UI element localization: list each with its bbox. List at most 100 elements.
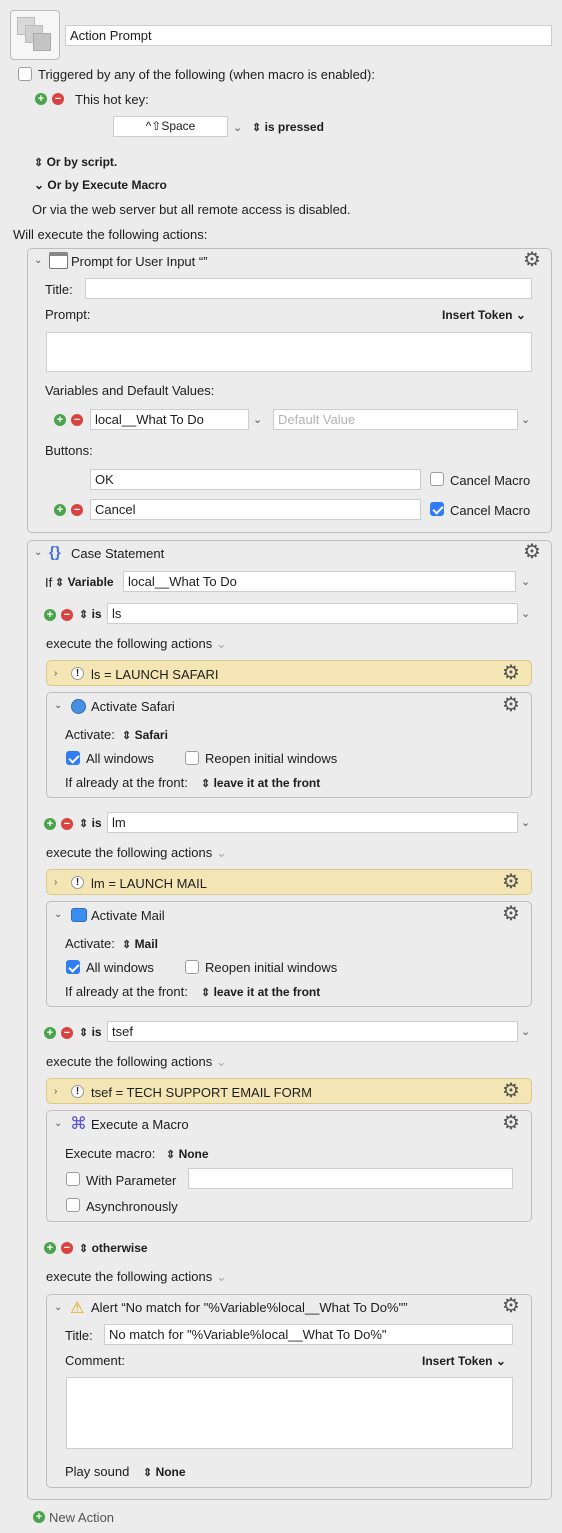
- execute-label[interactable]: execute the following actions ⌄: [46, 636, 227, 652]
- with-parameter-checkbox[interactable]: [66, 1172, 80, 1186]
- gear-icon[interactable]: ⚙: [502, 1113, 520, 1133]
- remove-trigger-icon[interactable]: −: [52, 93, 64, 105]
- cancel-macro-checkbox[interactable]: [430, 502, 444, 516]
- gear-icon[interactable]: ⚙: [502, 695, 520, 715]
- comment-text: ls = LAUNCH SAFARI: [91, 667, 219, 682]
- gear-icon[interactable]: ⚙: [502, 904, 520, 924]
- execute-macro-title[interactable]: Execute a Macro: [91, 1117, 189, 1132]
- all-windows-checkbox[interactable]: [66, 751, 80, 765]
- add-case-icon[interactable]: +: [44, 818, 56, 830]
- case-condition-select[interactable]: ⇕ is: [79, 1025, 102, 1039]
- add-variable-icon[interactable]: +: [54, 414, 66, 426]
- add-case-icon[interactable]: +: [44, 1242, 56, 1254]
- hotkey-field[interactable]: ^⇧Space: [113, 116, 228, 137]
- collapse-icon[interactable]: ⌄: [34, 547, 42, 558]
- comment-icon: !: [71, 876, 84, 889]
- gear-icon[interactable]: ⚙: [502, 872, 520, 892]
- execute-label[interactable]: execute the following actions ⌄: [46, 1269, 227, 1285]
- case-dropdown-icon[interactable]: ⌄: [521, 1025, 530, 1038]
- app-select[interactable]: ⇕ Mail: [122, 937, 158, 951]
- reopen-checkbox[interactable]: [185, 751, 199, 765]
- case-variable-field[interactable]: local__What To Do: [123, 571, 516, 592]
- add-case-icon[interactable]: +: [44, 609, 56, 621]
- add-case-icon[interactable]: +: [44, 1027, 56, 1039]
- activate-mail-title[interactable]: Activate Mail: [91, 908, 165, 923]
- gear-icon[interactable]: ⚙: [502, 1081, 520, 1101]
- new-action-button[interactable]: New Action: [49, 1510, 114, 1525]
- triggered-checkbox[interactable]: [18, 67, 32, 81]
- chevron-down-icon: ⌄: [515, 308, 526, 322]
- remove-case-icon[interactable]: −: [61, 609, 73, 621]
- otherwise-select[interactable]: ⇕ otherwise: [79, 1241, 148, 1255]
- alert-title-field[interactable]: No match for "%Variable%local__What To D…: [104, 1324, 513, 1345]
- remove-variable-icon[interactable]: −: [71, 414, 83, 426]
- macro-name-field[interactable]: Action Prompt: [65, 25, 552, 46]
- front-select[interactable]: ⇕ leave it at the front: [201, 776, 320, 790]
- activate-safari-title[interactable]: Activate Safari: [91, 699, 175, 714]
- comment-text-area[interactable]: [66, 1377, 513, 1449]
- async-checkbox[interactable]: [66, 1198, 80, 1212]
- all-windows-label: All windows: [86, 960, 154, 975]
- macro-select[interactable]: ⇕ None: [166, 1147, 209, 1161]
- case-dropdown-icon[interactable]: ⌄: [521, 816, 530, 829]
- button-cancel-field[interactable]: Cancel: [90, 499, 421, 520]
- prompt-title-field[interactable]: [85, 278, 532, 299]
- cancel-macro-label: Cancel Macro: [450, 503, 531, 518]
- expand-icon[interactable]: ›: [54, 668, 57, 679]
- variable-type-select[interactable]: ⇕ Variable: [55, 575, 114, 589]
- case-value-field[interactable]: ls: [107, 603, 518, 624]
- default-value-field[interactable]: Default Value: [273, 409, 518, 430]
- case-condition-select[interactable]: ⇕ is: [79, 607, 102, 621]
- collapse-icon[interactable]: ⌄: [54, 1302, 62, 1313]
- sound-select[interactable]: ⇕ None: [143, 1465, 186, 1479]
- insert-token-menu[interactable]: Insert Token ⌄: [442, 308, 526, 322]
- case-condition-select[interactable]: ⇕ is: [79, 816, 102, 830]
- alert-title[interactable]: Alert “No match for "%Variable%local__Wh…: [91, 1300, 408, 1315]
- cancel-macro-checkbox[interactable]: [430, 472, 444, 486]
- updown-icon: ⇕: [201, 778, 211, 790]
- collapse-icon[interactable]: ⌄: [54, 1118, 62, 1129]
- case-title[interactable]: Case Statement: [71, 546, 164, 561]
- new-action-icon[interactable]: +: [33, 1511, 45, 1523]
- or-script-select[interactable]: ⇕ Or by script.: [34, 155, 117, 169]
- variable-dropdown-icon[interactable]: ⌄: [253, 413, 262, 426]
- remove-case-icon[interactable]: −: [61, 818, 73, 830]
- case-value-field[interactable]: tsef: [107, 1021, 518, 1042]
- collapse-icon[interactable]: ⌄: [54, 700, 62, 711]
- chevron-down-icon: ⌄: [215, 636, 227, 651]
- collapse-icon[interactable]: ⌄: [34, 255, 42, 266]
- hotkey-state-select[interactable]: ⇕ is pressed: [252, 120, 324, 134]
- execute-label[interactable]: execute the following actions ⌄: [46, 1054, 227, 1070]
- all-windows-checkbox[interactable]: [66, 960, 80, 974]
- case-dropdown-icon[interactable]: ⌄: [521, 607, 530, 620]
- remove-case-icon[interactable]: −: [61, 1027, 73, 1039]
- execute-label[interactable]: execute the following actions ⌄: [46, 845, 227, 861]
- prompt-text-area[interactable]: [46, 332, 532, 372]
- default-dropdown-icon[interactable]: ⌄: [521, 413, 530, 426]
- variable-dropdown-icon[interactable]: ⌄: [521, 575, 530, 588]
- add-trigger-icon[interactable]: +: [35, 93, 47, 105]
- reopen-checkbox[interactable]: [185, 960, 199, 974]
- hotkey-dropdown-icon[interactable]: ⌄: [233, 121, 242, 134]
- gear-icon[interactable]: ⚙: [502, 663, 520, 683]
- variable-name-field[interactable]: local__What To Do: [90, 409, 249, 430]
- gear-icon[interactable]: ⚙: [523, 250, 541, 270]
- add-button-icon[interactable]: +: [54, 504, 66, 516]
- expand-icon[interactable]: ›: [54, 1086, 57, 1097]
- collapse-icon[interactable]: ⌄: [54, 909, 62, 920]
- gear-icon[interactable]: ⚙: [523, 542, 541, 562]
- parameter-field[interactable]: [188, 1168, 513, 1189]
- buttons-label: Buttons:: [45, 443, 93, 458]
- gear-icon[interactable]: ⚙: [502, 1296, 520, 1316]
- app-select[interactable]: ⇕ Safari: [122, 728, 168, 742]
- remove-button-icon[interactable]: −: [71, 504, 83, 516]
- expand-icon[interactable]: ›: [54, 877, 57, 888]
- prompt-action-title[interactable]: Prompt for User Input “”: [71, 254, 208, 269]
- or-execute-select[interactable]: ⌄ Or by Execute Macro: [34, 178, 167, 192]
- front-select[interactable]: ⇕ leave it at the front: [201, 985, 320, 999]
- remove-case-icon[interactable]: −: [61, 1242, 73, 1254]
- case-value-field[interactable]: lm: [107, 812, 518, 833]
- window-icon: [49, 252, 68, 269]
- button-ok-field[interactable]: OK: [90, 469, 421, 490]
- insert-token-menu[interactable]: Insert Token ⌄: [422, 1354, 506, 1368]
